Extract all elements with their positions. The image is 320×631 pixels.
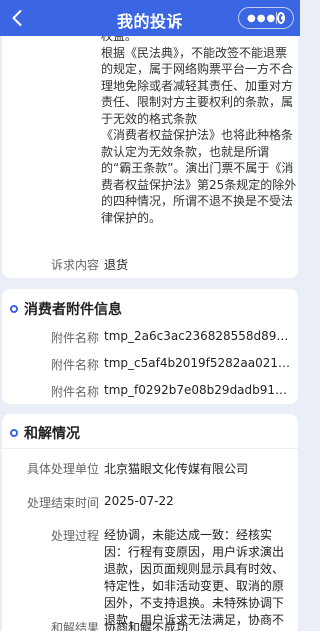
section-dot-icon (10, 429, 18, 437)
process-label: 处理过程 (50, 529, 99, 543)
settlement-section-title: 和解情况 (10, 423, 80, 443)
complaint-content-value: 退货 (104, 258, 129, 272)
end-time-label: 处理结束时间 (26, 496, 99, 510)
more-dots-icon[interactable]: ●●● (247, 13, 276, 24)
miniapp-capsule: ●●● (238, 7, 294, 29)
target-icon[interactable] (276, 12, 285, 24)
result-value: 协商和解不成功 (104, 621, 189, 631)
process-text: 经协调，未能达成一致：经核实因：行程有变原因，用户诉求演出退款，因页面规则显示具… (104, 528, 285, 631)
complaint-content-label: 诉求内容 (50, 258, 99, 272)
unit-value: 北京猫眼文化传媒有限公司 (104, 462, 249, 476)
attachments-section-title: 消费者附件信息 (10, 299, 122, 319)
end-time-value: 2025-07-22 (104, 494, 174, 508)
attachment-label: 附件名称 (50, 385, 99, 399)
attachment-link[interactable]: tmp_f0292b7e08b29dadb91594f1d4da... (104, 383, 290, 397)
attachment-link[interactable]: tmp_2a6c3ac236828558d899b8ee485... (104, 329, 290, 343)
scroll-content[interactable]: 权益。 根据《民法典》，不能改签不能退票的规定，属于网络购票平台一方不合理地免除… (0, 36, 300, 631)
attachment-label: 附件名称 (50, 331, 99, 345)
attachment-link[interactable]: tmp_c5af4b2019f5282aa021ca567c53f... (104, 356, 290, 370)
settlement-card: 和解情况 具体处理单位 北京猫眼文化传媒有限公司 处理结束时间 2025-07-… (2, 414, 298, 631)
section-dot-icon (10, 305, 18, 313)
complaint-text: 权益。 根据《民法典》，不能改签不能退票的规定，属于网络购票平台一方不合理地免除… (101, 36, 297, 225)
complaint-card: 权益。 根据《民法典》，不能改签不能退票的规定，属于网络购票平台一方不合理地免除… (2, 36, 298, 278)
result-label: 和解结果 (50, 621, 99, 631)
section-divider (2, 448, 298, 449)
unit-label: 具体处理单位 (26, 462, 99, 476)
attachment-label: 附件名称 (50, 358, 99, 372)
attachments-card: 消费者附件信息 附件名称 tmp_2a6c3ac236828558d899b8e… (2, 289, 298, 404)
top-bar: 我的投诉 ●●● (0, 0, 300, 36)
